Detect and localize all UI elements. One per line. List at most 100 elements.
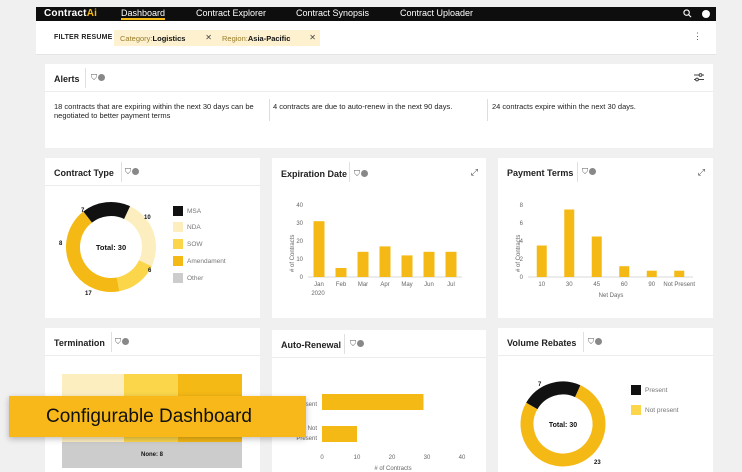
card-title: Volume Rebates	[507, 338, 577, 348]
x-tick-label: 60	[621, 282, 628, 288]
y-tick-label: 0	[300, 275, 304, 281]
card-title: Expiration Date	[281, 169, 348, 179]
settings-sliders-icon[interactable]	[694, 73, 704, 82]
alert-item: 4 contracts are due to auto-renew in the…	[273, 102, 453, 111]
filter-chip-region[interactable]: Region:Asia-Pacific ✕	[216, 30, 320, 46]
close-icon[interactable]: ✕	[309, 33, 316, 42]
x-tick-label: 0	[320, 455, 324, 461]
volume-rebates-card: Volume Rebates ⛉ Total: 30 7 23 Present …	[498, 328, 713, 472]
y-tick-label: 6	[520, 221, 524, 227]
close-icon[interactable]: ✕	[205, 33, 212, 42]
filter-icon[interactable]: ⛉	[588, 337, 602, 347]
slice-label: 17	[85, 291, 92, 297]
bar[interactable]	[564, 209, 575, 278]
bar[interactable]	[322, 426, 357, 442]
y-tick-label: 30	[296, 221, 303, 227]
expand-icon[interactable]: ⤢	[698, 167, 705, 178]
bar[interactable]	[357, 251, 369, 277]
filter-icon[interactable]: ⛉	[354, 169, 368, 179]
y-tick-label: 8	[520, 203, 524, 209]
alert-item: 18 contracts that are expiring within th…	[54, 102, 254, 120]
y-tick-label: 40	[296, 203, 303, 209]
nav-tab-contract-uploader[interactable]: Contract Uploader	[400, 8, 473, 18]
card-title: Termination	[54, 338, 105, 348]
filter-icon[interactable]: ⛉	[91, 73, 105, 83]
filter-icon[interactable]: ⛉	[125, 167, 139, 177]
filter-chip-category[interactable]: Category:Logistics ✕	[114, 30, 216, 46]
filter-resume-label: FILTER RESUME	[54, 34, 113, 41]
heatmap-cell-none: None: 8	[62, 442, 242, 468]
filter-bar: FILTER RESUME Category:Logistics ✕ Regio…	[36, 21, 716, 55]
x-tick-label: Not Present	[663, 282, 695, 288]
configurable-dashboard-banner: Configurable Dashboard	[9, 396, 306, 437]
legend-item: MSA	[173, 206, 201, 216]
bar[interactable]	[379, 246, 391, 277]
bar[interactable]	[313, 221, 325, 277]
bar[interactable]	[591, 236, 602, 278]
category-label: Not	[308, 426, 318, 432]
bar[interactable]	[536, 245, 547, 278]
x-tick-label: Jan	[314, 282, 324, 288]
bar[interactable]	[445, 251, 457, 277]
slice-label: 6	[148, 268, 152, 274]
expiration-date-bar-chart: # of Contracts 2020 0 10 20 30 40 Jan Feb Mar Ap…	[290, 203, 462, 297]
y-axis-label: # of Contracts	[290, 235, 296, 272]
x-tick-label: 30	[566, 282, 573, 288]
x-tick-label: 10	[354, 455, 361, 461]
bar[interactable]	[335, 268, 347, 277]
more-options-icon[interactable]: ⋮	[693, 31, 702, 42]
nav-tab-contract-synopsis[interactable]: Contract Synopsis	[296, 8, 369, 18]
legend-item: Other	[173, 273, 203, 283]
x-tick-label: Jun	[424, 282, 434, 288]
x-tick-label: 10	[538, 282, 545, 288]
x-tick-label: 20	[389, 455, 396, 461]
x-tick-label: 45	[593, 282, 600, 288]
x-tick-label: Jul	[447, 282, 455, 288]
card-title: Auto-Renewal	[281, 340, 342, 350]
legend-item: Amendament	[173, 256, 226, 266]
x-tick-label: 90	[648, 282, 655, 288]
legend-item: SOW	[173, 239, 203, 249]
legend-item: NDA	[173, 222, 201, 232]
filter-icon[interactable]: ⛉	[350, 339, 364, 349]
y-tick-label: 10	[296, 257, 303, 263]
x-tick-label: Apr	[380, 282, 389, 288]
legend-item: Not present	[631, 405, 679, 415]
bar[interactable]	[401, 255, 413, 277]
filter-icon[interactable]: ⛉	[582, 167, 596, 177]
bar[interactable]	[674, 270, 685, 277]
nav-tab-contract-explorer[interactable]: Contract Explorer	[196, 8, 266, 18]
legend-item: Present	[631, 385, 667, 395]
app-logo[interactable]: ContractAi	[44, 8, 97, 19]
bar[interactable]	[322, 394, 424, 410]
payment-terms-bar-chart: # of Contracts Net Days 0246810 30 45 60 90 N…	[516, 203, 695, 299]
slice-label: 8	[59, 241, 63, 247]
alerts-title: Alerts	[54, 74, 80, 84]
x-tick-label: May	[401, 282, 412, 288]
contract-type-card: Contract Type ⛉ Total: 30 7 10 6 17 8 MS…	[45, 158, 260, 318]
category-label: sent	[306, 402, 318, 408]
bar[interactable]	[646, 270, 657, 277]
bar[interactable]	[619, 266, 630, 277]
slice-label: 23	[594, 460, 601, 466]
slice-label: 7	[538, 382, 542, 388]
top-navigation-bar: ContractAi Dashboard Contract Explorer C…	[36, 7, 716, 21]
filter-icon[interactable]: ⛉	[115, 337, 129, 347]
year-label: 2020	[311, 291, 325, 297]
expiration-date-card: Expiration Date ⛉ ⤢ # of Contracts 2020 …	[272, 158, 486, 318]
payment-terms-card: Payment Terms ⛉ ⤢ # of Contracts Net Day…	[498, 158, 713, 318]
alert-item: 24 contracts expire within the next 30 d…	[492, 102, 636, 111]
card-title: Payment Terms	[507, 168, 574, 178]
search-icon[interactable]	[683, 9, 692, 18]
user-avatar[interactable]	[702, 10, 710, 18]
nav-tab-dashboard[interactable]: Dashboard	[121, 8, 166, 20]
bar[interactable]	[423, 251, 435, 277]
y-tick-label: 2	[520, 257, 524, 263]
donut-center-label: Total: 30	[96, 243, 126, 252]
expand-icon[interactable]: ⤢	[471, 167, 478, 178]
contract-type-donut: Total: 30 7 10 6 17 8	[59, 202, 156, 297]
x-tick-label: Mar	[358, 282, 368, 288]
x-tick-label: Feb	[336, 282, 347, 288]
y-tick-label: 20	[296, 239, 303, 245]
x-tick-label: 30	[424, 455, 431, 461]
